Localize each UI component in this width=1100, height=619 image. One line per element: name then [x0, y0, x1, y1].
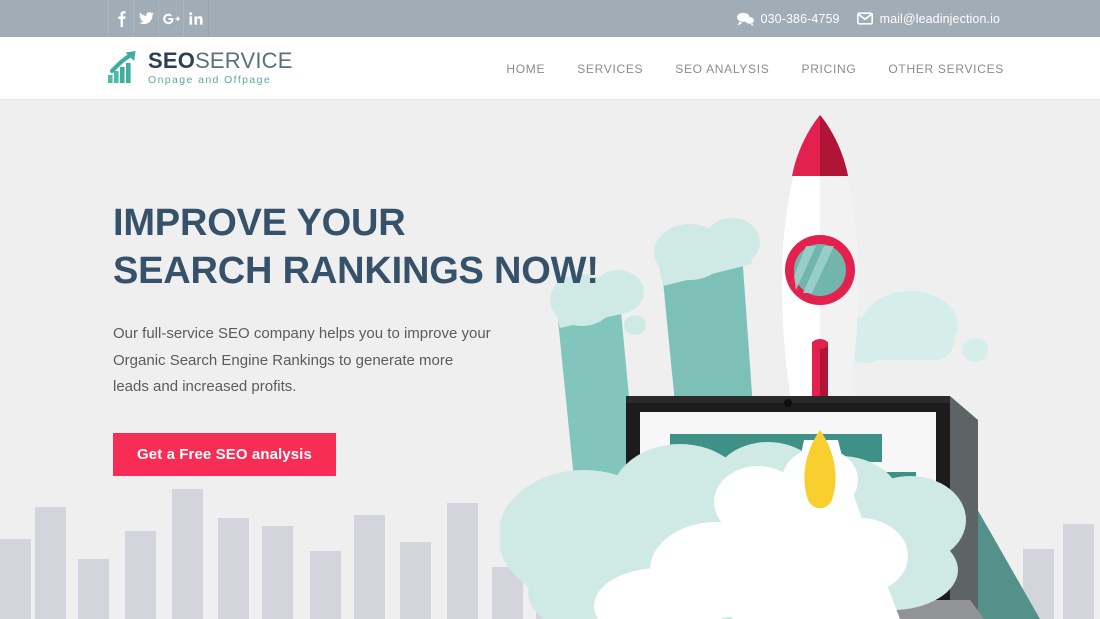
logo-title: SEOSERVICE: [148, 50, 293, 72]
headline-line-2: SEARCH RANKINGS NOW!: [113, 249, 599, 292]
envelope-icon: [856, 12, 873, 25]
contact-info: 030-386-4759 mail@leadinjection.io: [736, 0, 1000, 37]
growth-arrow-chart-icon: [106, 49, 140, 85]
floating-clouds: [837, 291, 988, 363]
decorative-bar: [35, 507, 66, 619]
decorative-bar: [218, 518, 249, 619]
email-block[interactable]: mail@leadinjection.io: [856, 11, 1000, 26]
decorative-bar: [310, 551, 341, 619]
social-links: [108, 0, 209, 37]
phone-number: 030-386-4759: [760, 11, 840, 26]
decorative-bar: [125, 531, 156, 619]
logo-primary: SEO: [148, 48, 196, 73]
email-address: mail@leadinjection.io: [879, 11, 1000, 26]
hero-paragraph: Our full-service SEO company helps you t…: [113, 325, 491, 396]
logo-secondary: SERVICE: [195, 48, 293, 73]
seo-landing-page: 030-386-4759 mail@leadinjection.io SEOSE…: [0, 0, 1100, 619]
site-header: SEOSERVICE Onpage and Offpage HOME SERVI…: [0, 37, 1100, 100]
page-title: IMPROVE YOUR SEARCH RANKINGS NOW!: [113, 200, 599, 295]
decorative-bar: [354, 515, 385, 619]
nav-item-seo-analysis[interactable]: SEO ANALYSIS: [659, 62, 785, 76]
decorative-bar: [400, 542, 431, 619]
logo-tagline: Onpage and Offpage: [148, 74, 272, 86]
logo-text: SEOSERVICE Onpage and Offpage: [148, 49, 293, 86]
phone-block[interactable]: 030-386-4759: [736, 11, 840, 26]
decorative-bar: [78, 559, 109, 619]
decorative-bar: [172, 489, 203, 619]
comments-icon: [736, 12, 754, 26]
get-free-seo-analysis-button[interactable]: Get a Free SEO analysis: [113, 432, 336, 476]
nav-item-pricing[interactable]: PRICING: [785, 62, 872, 76]
logo[interactable]: SEOSERVICE Onpage and Offpage: [106, 49, 293, 86]
decorative-bar: [262, 526, 293, 619]
nav-item-home[interactable]: HOME: [490, 62, 561, 76]
linkedin-icon[interactable]: [183, 0, 209, 37]
hero-content: IMPROVE YOUR SEARCH RANKINGS NOW! Our fu…: [113, 200, 599, 476]
nav-item-services[interactable]: SERVICES: [561, 62, 659, 76]
top-utility-bar: 030-386-4759 mail@leadinjection.io: [0, 0, 1100, 37]
headline-line-1: IMPROVE YOUR: [113, 202, 406, 244]
nav-item-other-services[interactable]: OTHER SERVICES: [872, 62, 1004, 76]
decorative-bar: [447, 503, 478, 619]
twitter-icon[interactable]: [133, 0, 159, 37]
google-plus-icon[interactable]: [158, 0, 184, 37]
decorative-bar: [0, 539, 31, 619]
facebook-icon[interactable]: [108, 0, 134, 37]
main-navigation: HOME SERVICES SEO ANALYSIS PRICING OTHER…: [490, 37, 1004, 100]
